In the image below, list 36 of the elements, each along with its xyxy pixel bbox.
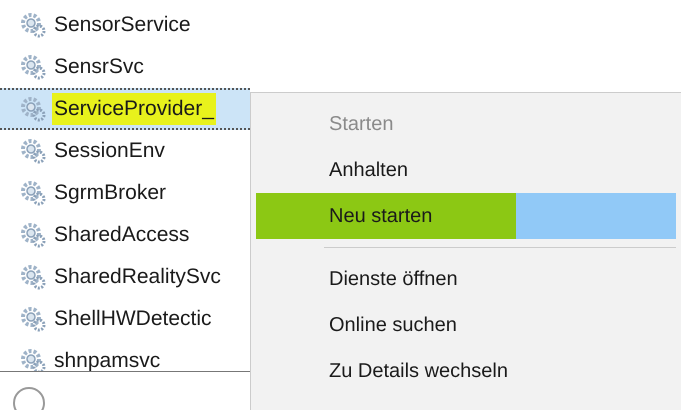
service-name: SessionEnv (53, 138, 166, 164)
gear-icon (20, 348, 46, 371)
service-name: SgrmBroker (53, 180, 168, 206)
menu-item[interactable]: Neu starten (256, 193, 676, 239)
service-row[interactable]: SessionEnv (0, 130, 250, 172)
service-name: SharedRealitySvc (53, 264, 222, 290)
service-name: SensrSvc (53, 54, 145, 80)
gear-icon (20, 306, 46, 332)
menu-item-label: Online suchen (328, 313, 458, 338)
service-row[interactable]: SgrmBroker (0, 172, 250, 214)
service-row[interactable]: SharedAccess (0, 214, 250, 256)
menu-item-label: Starten (328, 112, 394, 137)
service-name: SharedAccess (53, 222, 190, 248)
menu-item-label: Neu starten (256, 193, 516, 239)
gear-icon (20, 138, 46, 164)
menu-item-label: Anhalten (328, 158, 409, 183)
menu-item-label: Dienste öffnen (328, 267, 459, 292)
gear-icon (20, 222, 46, 248)
gear-icon (20, 264, 46, 290)
service-row[interactable]: SharedRealitySvc (0, 256, 250, 298)
service-row[interactable]: ServiceProvider_ (0, 88, 250, 130)
gear-icon (20, 12, 46, 38)
menu-item[interactable]: Anhalten (256, 147, 676, 193)
gear-icon (20, 96, 46, 122)
menu-item[interactable]: Zu Details wechseln (256, 348, 676, 394)
menu-item[interactable]: Online suchen (256, 302, 676, 348)
service-name: ShellHWDetectic (53, 306, 213, 332)
service-name: ServiceProvider_ (52, 93, 216, 125)
menu-item[interactable]: Dienste öffnen (256, 256, 676, 302)
service-row[interactable]: SensorService (0, 4, 250, 46)
service-name: SensorService (53, 12, 192, 38)
service-row[interactable]: ShellHWDetectic (0, 298, 250, 340)
menu-item-label: Zu Details wechseln (328, 359, 509, 384)
gear-icon (20, 180, 46, 206)
service-row[interactable]: SensrSvc (0, 46, 250, 88)
gear-icon (20, 54, 46, 80)
